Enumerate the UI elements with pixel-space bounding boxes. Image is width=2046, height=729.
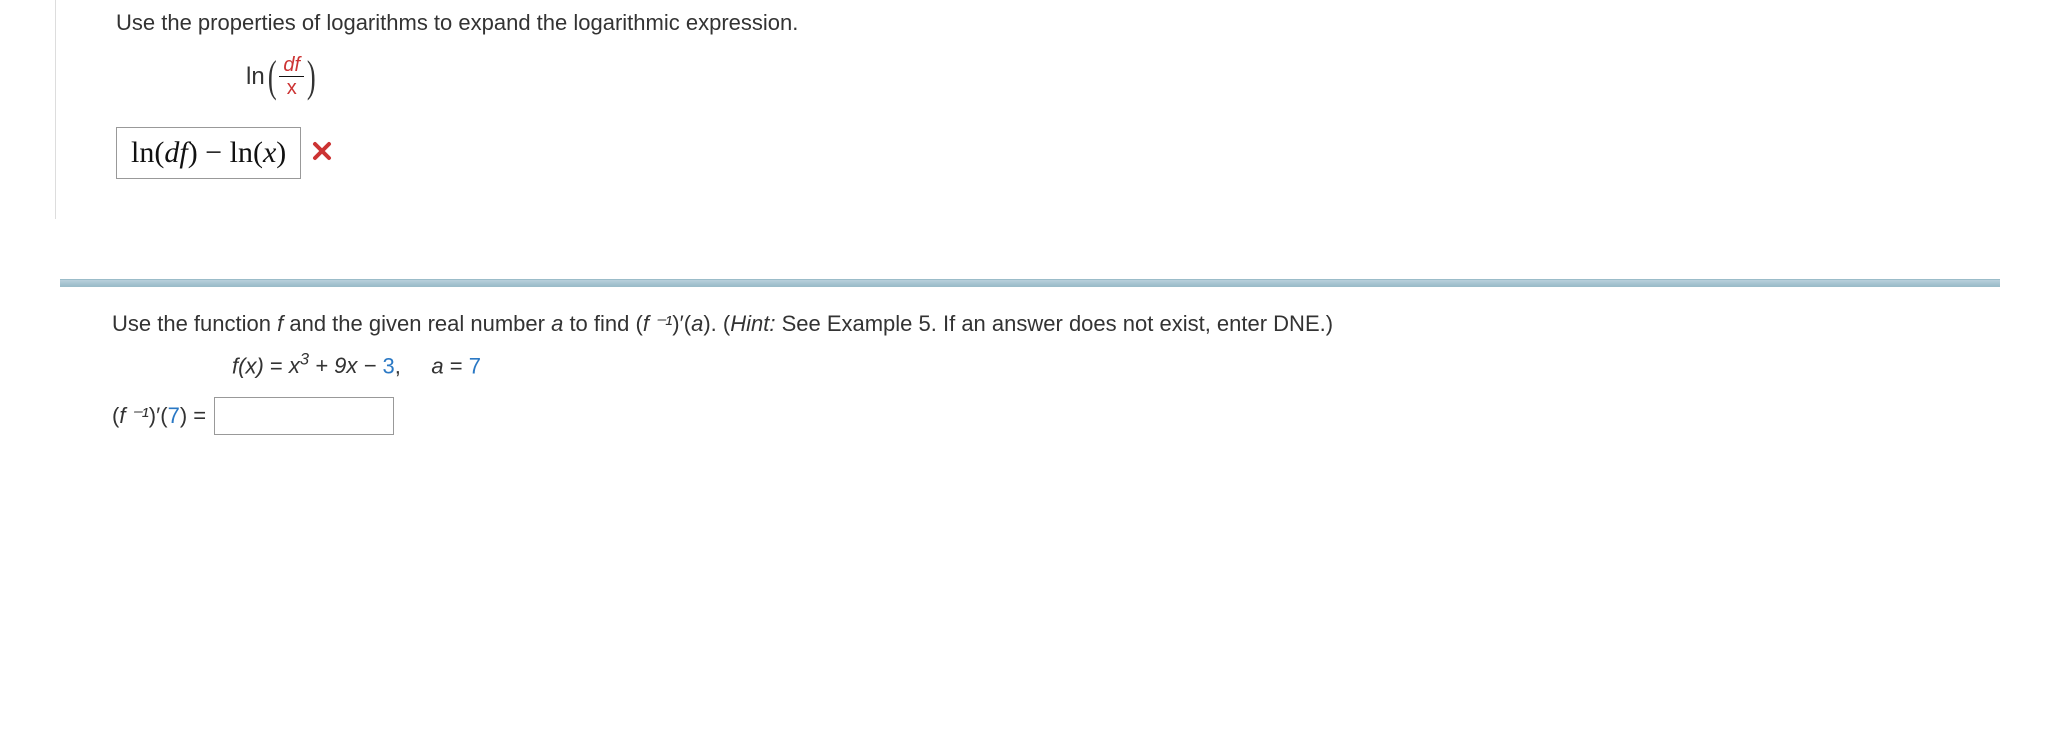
q2-func-rhs: x3 + 9x − [289,353,383,378]
q2-text-4: )′( [672,311,691,336]
q2-eq1: = [264,353,289,378]
question-1: Use the properties of logarithms to expa… [55,0,2046,219]
q2-prompt: Use the function f and the given real nu… [112,311,2046,337]
q2-text-1: Use the function [112,311,277,336]
section-divider [60,279,2000,287]
q2-a2: a [691,311,703,336]
post: ) = [180,403,206,428]
ln-label: ln [246,63,265,91]
q2-text-3: to find ( [563,311,642,336]
question-2: Use the function f and the given real nu… [0,305,2046,465]
q2-func-lhs: f(x) [232,353,264,378]
q2-text-2: and the given real number [283,311,551,336]
mid: )′( [149,403,168,428]
q2-a: a [551,311,563,336]
q1-submitted-answer: ln(df) − ln(x) [131,136,286,169]
fraction-numerator: df [279,54,304,77]
q1-prompt: Use the properties of logarithms to expa… [116,10,2046,36]
wrong-icon [311,140,333,167]
q2-text-5: ). ( [703,311,730,336]
q2-a-value: 7 [469,353,481,378]
q2-function-line: f(x) = x3 + 9x − 3, a = 7 [232,351,2046,379]
q1-answer-box[interactable]: ln(df) − ln(x) [116,127,301,179]
arg: 7 [168,403,180,428]
q2-answer-input[interactable] [214,397,394,435]
q2-hint-text: See Example 5. If an answer does not exi… [775,311,1333,336]
q2-comma: , [395,353,432,378]
finv2: f ⁻¹ [119,403,148,428]
right-paren: ) [307,55,316,99]
q2-a-lhs: a [431,353,443,378]
q2-const-blue: 3 [382,353,394,378]
fraction: df x [279,54,304,99]
q2-answer-row: (f ⁻¹)′(7) = [112,397,2046,435]
q2-answer-label: (f ⁻¹)′(7) = [112,403,206,429]
fraction-denominator: x [283,77,301,99]
q2-eq2: = [444,353,469,378]
q2-finv: f ⁻¹ [643,311,672,336]
q1-expression: ln ( df x ) [246,54,2046,99]
q1-answer-row: ln(df) − ln(x) [116,127,2046,179]
left-paren: ( [268,55,277,99]
q2-hint-label: Hint: [730,311,775,336]
